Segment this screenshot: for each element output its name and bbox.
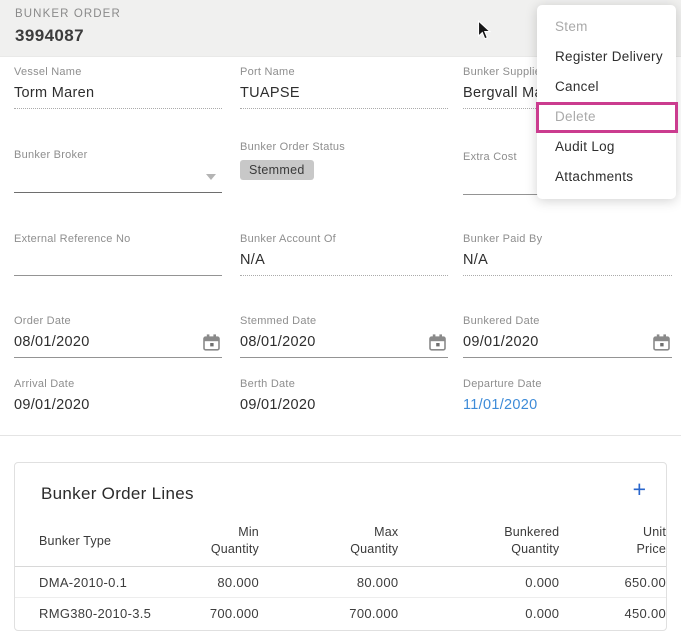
table-header-row: Bunker Type MinQuantity MaxQuantity Bunk… xyxy=(15,522,666,567)
port-name-value: TUAPSE xyxy=(240,84,300,102)
vessel-name-value: Torm Maren xyxy=(14,84,94,102)
field-label: Bunker Broker xyxy=(14,149,222,162)
unit-price-cell: 450.00 xyxy=(559,598,666,629)
menu-item-audit-log[interactable]: Audit Log xyxy=(537,132,676,162)
table-row[interactable]: DMA-2010-0.1 80.000 80.000 0.000 650.00 xyxy=(15,567,666,598)
bunker-order-screen: BUNKER ORDER 3994087 Vessel Name Torm Ma… xyxy=(0,0,681,636)
col-max-quantity: MaxQuantity xyxy=(259,522,398,567)
field-bunker-broker[interactable]: Bunker Broker xyxy=(14,149,222,193)
field-label: Order Date xyxy=(14,315,222,328)
bunkered-quantity-cell: 0.000 xyxy=(398,567,559,598)
order-number: 3994087 xyxy=(15,26,84,46)
field-bunker-order-status: Bunker Order Status Stemmed xyxy=(240,141,448,180)
col-unit-price: UnitPrice xyxy=(559,522,666,567)
chevron-down-icon[interactable] xyxy=(206,174,216,180)
field-label: External Reference No xyxy=(14,233,222,246)
stemmed-date-value: 08/01/2020 xyxy=(240,333,316,351)
field-label: Bunker Account Of xyxy=(240,233,448,246)
bunker-paid-by-value: N/A xyxy=(463,251,488,269)
field-arrival-date: Arrival Date 09/01/2020 xyxy=(14,378,222,420)
max-quantity-cell: 700.000 xyxy=(259,598,398,629)
min-quantity-cell: 80.000 xyxy=(169,567,259,598)
unit-price-cell: 650.00 xyxy=(559,567,666,598)
panel-title: Bunker Order Lines xyxy=(41,484,194,504)
table-row[interactable]: RMG380-2010-3.5 700.000 700.000 0.000 45… xyxy=(15,598,666,629)
field-label: Departure Date xyxy=(463,378,672,391)
bunkered-date-value: 09/01/2020 xyxy=(463,333,539,351)
menu-item-attachments[interactable]: Attachments xyxy=(537,162,676,192)
calendar-icon[interactable] xyxy=(429,334,446,351)
status-badge: Stemmed xyxy=(240,160,314,180)
field-label: Bunker Order Status xyxy=(240,141,448,154)
field-berth-date: Berth Date 09/01/2020 xyxy=(240,378,448,420)
field-bunkered-date[interactable]: Bunkered Date 09/01/2020 xyxy=(463,315,672,358)
departure-date-link[interactable]: 11/01/2020 xyxy=(463,396,538,414)
field-port-name[interactable]: Port Name TUAPSE xyxy=(240,66,448,109)
menu-item-register-delivery[interactable]: Register Delivery xyxy=(537,42,676,72)
page-title: BUNKER ORDER xyxy=(15,8,121,20)
min-quantity-cell: 700.000 xyxy=(169,598,259,629)
field-departure-date: Departure Date 11/01/2020 xyxy=(463,378,672,420)
context-menu: Stem Register Delivery Cancel Delete Aud… xyxy=(537,5,676,199)
col-bunker-type: Bunker Type xyxy=(15,522,169,567)
order-lines-table: Bunker Type MinQuantity MaxQuantity Bunk… xyxy=(15,522,666,628)
field-label: Bunker Paid By xyxy=(463,233,672,246)
field-order-date[interactable]: Order Date 08/01/2020 xyxy=(14,315,222,358)
arrival-date-value: 09/01/2020 xyxy=(14,396,90,414)
bunkered-quantity-cell: 0.000 xyxy=(398,598,559,629)
calendar-icon[interactable] xyxy=(653,334,670,351)
max-quantity-cell: 80.000 xyxy=(259,567,398,598)
bunker-account-of-value: N/A xyxy=(240,251,265,269)
field-external-reference-no[interactable]: External Reference No xyxy=(14,233,222,276)
bunker-supplier-value: Bergvall Ma xyxy=(463,84,543,102)
calendar-icon[interactable] xyxy=(203,334,220,351)
field-stemmed-date[interactable]: Stemmed Date 08/01/2020 xyxy=(240,315,448,358)
berth-date-value: 09/01/2020 xyxy=(240,396,316,414)
field-label: Bunkered Date xyxy=(463,315,672,328)
field-label: Vessel Name xyxy=(14,66,222,79)
menu-item-stem: Stem xyxy=(537,12,676,42)
col-bunkered-quantity: BunkeredQuantity xyxy=(398,522,559,567)
bunker-type-cell: DMA-2010-0.1 xyxy=(15,567,169,598)
field-label: Arrival Date xyxy=(14,378,222,391)
order-date-value: 08/01/2020 xyxy=(14,333,90,351)
field-bunker-account-of[interactable]: Bunker Account Of N/A xyxy=(240,233,448,276)
field-label: Port Name xyxy=(240,66,448,79)
col-min-quantity: MinQuantity xyxy=(169,522,259,567)
add-line-button[interactable]: + xyxy=(633,477,646,501)
bunker-type-cell: RMG380-2010-3.5 xyxy=(15,598,169,629)
field-vessel-name[interactable]: Vessel Name Torm Maren xyxy=(14,66,222,109)
field-label: Berth Date xyxy=(240,378,448,391)
section-divider xyxy=(0,435,681,436)
field-label: Stemmed Date xyxy=(240,315,448,328)
bunker-order-lines-panel: Bunker Order Lines + Bunker Type MinQuan… xyxy=(14,462,667,631)
field-bunker-paid-by[interactable]: Bunker Paid By N/A xyxy=(463,233,672,276)
menu-item-cancel[interactable]: Cancel xyxy=(537,72,676,102)
menu-item-delete: Delete xyxy=(537,102,676,132)
